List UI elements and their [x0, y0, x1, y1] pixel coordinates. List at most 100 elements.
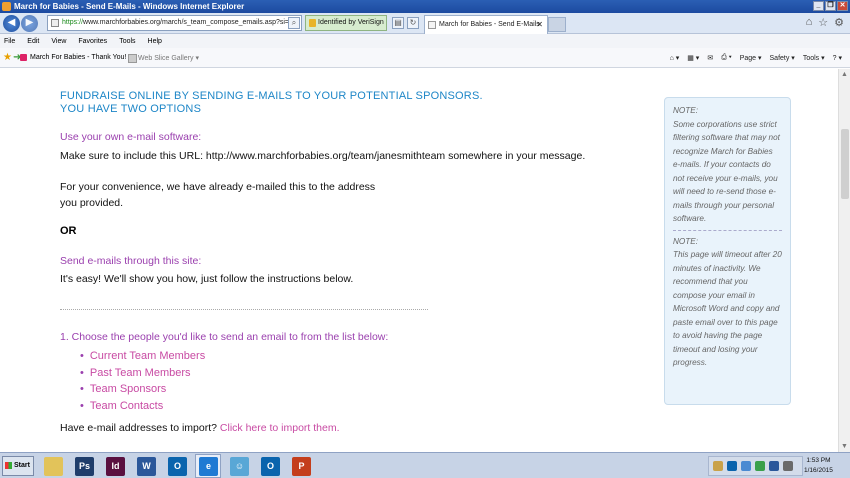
vertical-scrollbar[interactable]: ▲ ▼: [838, 69, 850, 452]
safety-menu[interactable]: Safety ▾: [770, 54, 795, 62]
favorites-bar: ★ ➜ March For Babies - Thank You! Web Sl…: [0, 48, 850, 68]
favorites-star-icon[interactable]: ☆: [818, 16, 828, 29]
start-button[interactable]: Start: [2, 456, 34, 476]
powerpoint-icon: P: [292, 457, 311, 476]
dotted-divider: [60, 309, 428, 310]
forward-button[interactable]: ▶: [21, 15, 38, 32]
favorites-star-icon[interactable]: ★: [3, 52, 12, 63]
url-text: www.marchforbabies.org/march/s_team_comp…: [83, 19, 290, 26]
print-icon[interactable]: ⎙ ▾: [721, 54, 732, 62]
option2-title: Send e-mails through this site:: [60, 255, 202, 267]
feeds-icon[interactable]: ▦ ▾: [687, 54, 699, 62]
tray-outlook-icon[interactable]: [727, 461, 737, 471]
import-prefix: Have e-mail addresses to import?: [60, 422, 217, 434]
taskbar-outlook-2-button[interactable]: O: [257, 454, 283, 478]
system-tray: [708, 456, 803, 476]
security-label: Identified by VeriSign: [318, 19, 384, 26]
word-icon: W: [137, 457, 156, 476]
tray-app-icon[interactable]: [769, 461, 779, 471]
new-tab-button[interactable]: [548, 17, 566, 32]
link-current-team-members[interactable]: Current Team Members: [80, 348, 205, 365]
taskbar-word-button[interactable]: W: [133, 454, 159, 478]
convenience-line-1: For your convenience, we have already e-…: [60, 181, 376, 193]
navigation-bar: ◀ ▶ https://www.marchforbabies.org/march…: [0, 13, 850, 34]
taskbar-indesign-button[interactable]: Id: [102, 454, 128, 478]
taskbar-outlook-button[interactable]: O: [164, 454, 190, 478]
home-dropdown-icon[interactable]: ⌂ ▾: [670, 54, 680, 62]
ie-app-icon: [2, 2, 11, 11]
taskbar-explorer-button[interactable]: [40, 454, 66, 478]
import-link[interactable]: Click here to import them.: [220, 422, 340, 434]
window-title-bar: March for Babies - Send E-Mails - Window…: [0, 0, 850, 13]
note-1-text: Some corporations use strict filtering s…: [673, 119, 780, 224]
taskbar-photoshop-button[interactable]: Ps: [71, 454, 97, 478]
internet-explorer-icon: e: [199, 457, 218, 476]
close-window-button[interactable]: ✕: [837, 1, 848, 11]
indesign-icon: Id: [106, 457, 125, 476]
option1-text: Make sure to include this URL: http://ww…: [60, 150, 586, 162]
explorer-icon: [44, 457, 63, 476]
scroll-up-arrow-icon[interactable]: ▲: [841, 71, 848, 78]
back-button[interactable]: ◀: [3, 15, 20, 32]
tools-menu[interactable]: Tools ▾: [803, 54, 825, 62]
note-2-title: NOTE:: [673, 236, 699, 246]
favorite-web-slice-gallery[interactable]: Web Slice Gallery ▾: [128, 54, 199, 63]
system-clock[interactable]: 1:53 PM 1/16/2015: [804, 456, 833, 476]
tray-volume-icon[interactable]: [783, 461, 793, 471]
tab-close-icon[interactable]: ✕: [536, 16, 543, 34]
favorite-thank-you[interactable]: March For Babies - Thank You!: [20, 54, 126, 61]
link-team-sponsors[interactable]: Team Sponsors: [80, 381, 205, 398]
taskbar-messenger-button[interactable]: ☺: [226, 454, 252, 478]
home-icon[interactable]: ⌂: [806, 16, 813, 29]
page-content: FUNDRAISE ONLINE BY SENDING E-MAILS TO Y…: [0, 69, 838, 452]
photoshop-icon: Ps: [75, 457, 94, 476]
note-sidebar: NOTE: Some corporations use strict filte…: [664, 97, 791, 405]
note-divider: [673, 229, 782, 231]
help-menu[interactable]: ? ▾: [833, 54, 842, 62]
url-protocol: https://: [62, 19, 84, 26]
convenience-line-2: you provided.: [60, 197, 124, 209]
scrollbar-thumb[interactable]: [841, 129, 849, 199]
taskbar-powerpoint-button[interactable]: P: [288, 454, 314, 478]
tab-march-for-babies[interactable]: March for Babies - Send E-Mails ✕: [424, 15, 548, 34]
lock-icon: [309, 19, 316, 27]
menu-tools[interactable]: Tools: [119, 38, 135, 45]
note-2-text: This page will timeout after 20 minutes …: [673, 250, 782, 367]
scroll-down-arrow-icon[interactable]: ▼: [841, 443, 848, 450]
search-icon[interactable]: ⌕: [288, 17, 300, 29]
window-title: March for Babies - Send E-Mails - Window…: [14, 2, 245, 11]
settings-gear-icon[interactable]: ⚙: [834, 16, 844, 29]
tray-flag-icon[interactable]: [713, 461, 723, 471]
option1-title: Use your own e-mail software:: [60, 131, 202, 143]
compatibility-icon[interactable]: ▤: [392, 17, 404, 29]
note-1-title: NOTE:: [673, 106, 699, 115]
messenger-icon: ☺: [230, 457, 249, 476]
taskbar-internet-explorer-button[interactable]: e: [195, 454, 221, 478]
clock-date: 1/16/2015: [804, 467, 833, 474]
mail-icon[interactable]: ✉: [707, 54, 713, 62]
tray-network-icon[interactable]: [741, 461, 751, 471]
menu-favorites[interactable]: Favorites: [78, 38, 107, 45]
menu-help[interactable]: Help: [148, 38, 162, 45]
page-menu[interactable]: Page ▾: [740, 54, 762, 62]
clock-time: 1:53 PM: [806, 457, 831, 464]
tray-status-icon[interactable]: [755, 461, 765, 471]
restore-button[interactable]: ❐: [825, 1, 836, 11]
address-bar[interactable]: https://www.marchforbabies.org/march/s_t…: [47, 15, 302, 31]
minimize-button[interactable]: _: [813, 1, 824, 11]
security-badge[interactable]: Identified by VeriSign: [305, 15, 387, 31]
heading-line-1: FUNDRAISE ONLINE BY SENDING E-MAILS TO Y…: [60, 90, 483, 102]
import-line: Have e-mail addresses to import? Click h…: [60, 422, 340, 434]
menu-file[interactable]: File: [4, 38, 15, 45]
outlook-icon: O: [168, 457, 187, 476]
menu-view[interactable]: View: [51, 38, 66, 45]
contact-list: Current Team Members Past Team Members T…: [80, 348, 205, 414]
link-past-team-members[interactable]: Past Team Members: [80, 365, 205, 382]
outlook-2-icon: O: [261, 457, 280, 476]
link-team-contacts[interactable]: Team Contacts: [80, 398, 205, 415]
taskbar: Start Ps Id W Oe ☺ O P 1:53 PM 1/16/2015: [0, 452, 850, 478]
heading-line-2: YOU HAVE TWO OPTIONS: [60, 103, 202, 115]
option2-text: It's easy! We'll show you how, just foll…: [60, 273, 354, 285]
menu-edit[interactable]: Edit: [27, 38, 39, 45]
refresh-icon[interactable]: ↻: [407, 17, 419, 29]
